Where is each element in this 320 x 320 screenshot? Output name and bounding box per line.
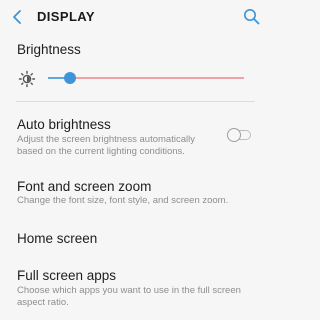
home-screen-row[interactable]: Home screen (0, 222, 271, 252)
auto-brightness-subtitle: Adjust the screen brightness automatical… (17, 134, 195, 157)
brightness-slider[interactable] (48, 70, 244, 86)
slider-thumb[interactable] (64, 72, 76, 84)
auto-brightness-toggle[interactable] (227, 128, 251, 142)
font-zoom-title: Font and screen zoom (17, 179, 152, 194)
full-screen-apps-row[interactable]: Full screen apps Choose which apps you w… (0, 260, 271, 315)
font-zoom-subtitle: Change the font size, font style, and sc… (17, 195, 229, 206)
divider (16, 101, 255, 102)
font-zoom-row[interactable]: Font and screen zoom Change the font siz… (0, 170, 271, 210)
page-title: DISPLAY (37, 9, 95, 24)
brightness-sun-icon (18, 70, 36, 88)
auto-brightness-title: Auto brightness (17, 117, 111, 132)
full-screen-apps-title: Full screen apps (17, 268, 117, 283)
auto-brightness-row[interactable]: Auto brightness Adjust the screen bright… (0, 110, 271, 158)
slider-track-rest (70, 77, 244, 79)
search-icon[interactable] (243, 8, 260, 25)
home-screen-title: Home screen (17, 231, 98, 246)
full-screen-apps-subtitle: Choose which apps you want to use in the… (17, 285, 241, 308)
toggle-knob (227, 128, 241, 142)
back-arrow-icon[interactable] (10, 9, 26, 25)
brightness-label: Brightness (17, 42, 81, 57)
app-header: DISPLAY (0, 0, 271, 34)
